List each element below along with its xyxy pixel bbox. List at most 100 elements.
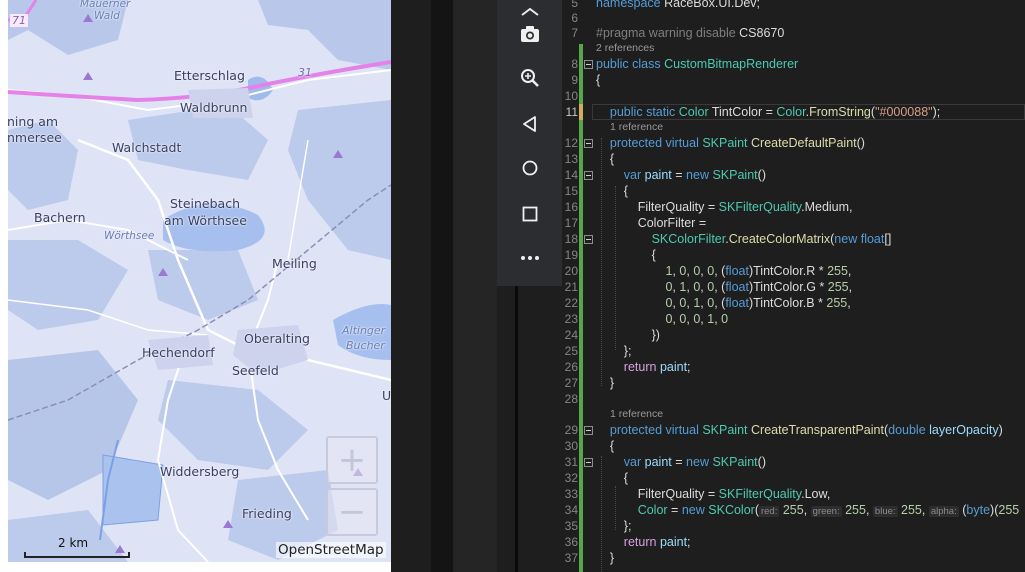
map-view[interactable]: Mauerner Wald 71 31 Etterschlag Waldbrun… bbox=[8, 0, 391, 562]
zoom-button[interactable] bbox=[497, 56, 562, 100]
code-line[interactable]: public static Color TintColor = Color.Fr… bbox=[596, 105, 940, 119]
line-number: 18 bbox=[564, 232, 578, 246]
panel-gap bbox=[453, 0, 497, 572]
code-line[interactable]: var paint = new SKPaint() bbox=[596, 168, 766, 182]
line-number: 22 bbox=[564, 296, 578, 310]
map-label-wald: Wald bbox=[94, 10, 120, 22]
code-line[interactable]: 0, 1, 0, 0, (float)TintColor.G * 255, bbox=[596, 280, 852, 294]
code-line[interactable]: } bbox=[596, 376, 614, 390]
map-label-etterschlag: Etterschlag bbox=[174, 68, 245, 83]
panel-gap bbox=[391, 0, 431, 572]
line-number: 25 bbox=[564, 344, 578, 358]
codelens-references[interactable]: 1 reference bbox=[610, 408, 663, 420]
more-icon bbox=[520, 256, 539, 260]
map-label-bucher: Bucher bbox=[346, 339, 385, 352]
window-edge bbox=[0, 0, 8, 572]
code-line[interactable]: }; bbox=[596, 519, 632, 533]
code-line[interactable]: } bbox=[596, 551, 614, 565]
fold-toggle[interactable] bbox=[584, 139, 593, 148]
code-line[interactable]: return paint; bbox=[596, 535, 691, 549]
line-number: 7 bbox=[571, 26, 578, 40]
map-label-waldbrunn: Waldbrunn bbox=[180, 100, 248, 115]
code-line[interactable]: public class CustomBitmapRenderer bbox=[596, 57, 798, 71]
line-number: 29 bbox=[564, 423, 578, 437]
line-number: 23 bbox=[564, 312, 578, 326]
more-button[interactable] bbox=[497, 236, 562, 280]
code-line[interactable]: { bbox=[596, 152, 614, 166]
code-line[interactable]: { bbox=[596, 184, 628, 198]
map-label-steinebach: Steinebach bbox=[170, 196, 241, 211]
line-number: 17 bbox=[564, 216, 578, 230]
line-number: 32 bbox=[564, 471, 578, 485]
zoom-out-button[interactable]: − bbox=[326, 488, 378, 536]
map-bottom-edge bbox=[8, 562, 391, 572]
line-number: 12 bbox=[564, 136, 578, 150]
panel-splitter[interactable] bbox=[431, 0, 453, 572]
fold-toggle[interactable] bbox=[584, 171, 593, 180]
code-line[interactable]: protected virtual SKPaint CreateDefaultP… bbox=[596, 136, 865, 150]
line-number: 34 bbox=[564, 503, 578, 517]
fold-toggle[interactable] bbox=[584, 426, 593, 435]
code-line[interactable]: 0, 0, 1, 0, (float)TintColor.B * 255, bbox=[596, 296, 850, 310]
map-label-nmersee: nmersee bbox=[8, 130, 62, 145]
line-number: 19 bbox=[564, 248, 578, 262]
code-line[interactable]: return paint; bbox=[596, 360, 691, 374]
line-number: 20 bbox=[564, 264, 578, 278]
map-label-mauerner: Mauerner bbox=[80, 0, 131, 10]
fold-toggle[interactable] bbox=[584, 458, 593, 467]
map-attribution[interactable]: OpenStreetMap bbox=[276, 542, 386, 558]
code-line[interactable]: namespace RaceBox.UI.Dev; bbox=[596, 0, 760, 10]
fold-toggle[interactable] bbox=[584, 60, 593, 69]
code-line[interactable]: var paint = new SKPaint() bbox=[596, 455, 766, 469]
codelens-references[interactable]: 1 reference bbox=[610, 121, 663, 133]
map-label-hechendorf: Hechendorf bbox=[142, 345, 215, 360]
back-icon bbox=[522, 116, 536, 132]
line-number: 14 bbox=[564, 168, 578, 182]
code-editor[interactable]: 5 6 7 8 9 10 11 12 13 14 15 16 17 18 19 … bbox=[562, 0, 1025, 572]
modified-line-marker bbox=[579, 104, 583, 120]
window-border bbox=[515, 286, 518, 572]
line-number: 16 bbox=[564, 200, 578, 214]
scale-bar bbox=[24, 552, 130, 558]
scale-label: 2 km bbox=[58, 536, 89, 550]
code-line[interactable]: { bbox=[596, 471, 628, 485]
change-tracking-bar bbox=[579, 44, 583, 572]
back-button[interactable] bbox=[497, 102, 562, 146]
zoom-in-button[interactable]: + bbox=[326, 436, 378, 484]
line-number: 11 bbox=[565, 105, 578, 119]
fold-toggle[interactable] bbox=[584, 235, 593, 244]
code-line[interactable]: }; bbox=[596, 344, 632, 358]
line-number: 10 bbox=[564, 89, 578, 103]
line-number: 26 bbox=[564, 360, 578, 374]
code-line[interactable]: { bbox=[596, 248, 656, 262]
screenshot-button[interactable] bbox=[497, 12, 562, 56]
code-line[interactable]: { bbox=[596, 439, 614, 453]
map-label-walchstadt: Walchstadt bbox=[112, 140, 182, 155]
code-line[interactable]: FilterQuality = SKFilterQuality.Low, bbox=[596, 487, 831, 501]
line-number: 28 bbox=[564, 392, 578, 406]
code-line[interactable]: 1, 0, 0, 0, (float)TintColor.R * 255, bbox=[596, 264, 851, 278]
map-label-widdersberg: Widdersberg bbox=[160, 464, 240, 479]
code-line[interactable]: FilterQuality = SKFilterQuality.Medium, bbox=[596, 200, 853, 214]
line-number: 9 bbox=[571, 73, 578, 87]
codelens-references[interactable]: 2 references bbox=[596, 42, 654, 54]
home-icon bbox=[522, 160, 537, 176]
code-line[interactable]: { bbox=[596, 73, 600, 87]
home-button[interactable] bbox=[497, 146, 562, 190]
code-line[interactable]: protected virtual SKPaint CreateTranspar… bbox=[596, 423, 1003, 437]
code-line[interactable]: SKColorFilter.CreateColorMatrix(new floa… bbox=[596, 232, 892, 246]
line-number: 30 bbox=[564, 439, 578, 453]
code-line[interactable]: 0, 0, 0, 1, 0 bbox=[596, 312, 728, 326]
map-label-woerthsee-lake: Wörthsee bbox=[104, 230, 155, 242]
line-number: 36 bbox=[564, 535, 578, 549]
line-number: 15 bbox=[564, 184, 578, 198]
toolbar-background bbox=[497, 286, 562, 572]
line-number: 35 bbox=[564, 519, 578, 533]
code-line[interactable]: }) bbox=[596, 328, 660, 342]
map-label-seefeld: Seefeld bbox=[232, 363, 279, 378]
code-line[interactable]: Color = new SKColor(red: 255, green: 255… bbox=[596, 503, 1019, 517]
code-line[interactable]: ColorFilter = bbox=[596, 216, 706, 230]
overview-button[interactable] bbox=[497, 192, 562, 236]
map-label-ning-am: ning am bbox=[8, 114, 59, 129]
code-line[interactable]: #pragma warning disable CS8670 bbox=[596, 26, 784, 40]
